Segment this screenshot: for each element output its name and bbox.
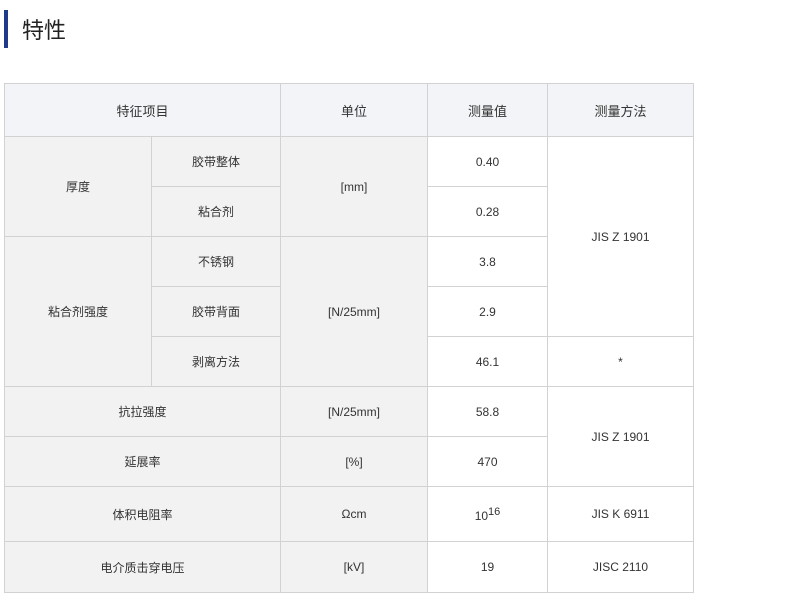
tensile-label: 抗拉强度 — [4, 386, 281, 437]
method-cell: JISC 2110 — [547, 541, 694, 593]
adhesion-sub-label: 剥离方法 — [151, 336, 281, 387]
method-cell: JIS Z 1901 — [547, 136, 694, 337]
breakdown-label: 电介质击穿电压 — [4, 541, 281, 593]
section-title: 特性 — [4, 10, 66, 48]
header-property: 特征项目 — [4, 83, 281, 137]
thickness-sub-label: 胶带整体 — [151, 136, 281, 187]
title-accent-bar — [4, 10, 8, 48]
table-row: 厚度 胶带整体 [mm] 0.40 JIS Z 1901 — [4, 136, 694, 337]
resistivity-unit: Ωcm — [280, 486, 428, 542]
breakdown-unit: [kV] — [280, 541, 428, 593]
table-row: 电介质击穿电压 [kV] 19 JISC 2110 — [4, 541, 694, 593]
header-unit: 单位 — [280, 83, 428, 137]
adhesion-value: 2.9 — [427, 286, 548, 337]
page-title: 特性 — [22, 18, 67, 43]
tensile-unit: [N/25mm] — [280, 386, 428, 437]
breakdown-value: 19 — [427, 541, 548, 593]
tensile-value: 58.8 — [427, 386, 548, 437]
elongation-label: 延展率 — [4, 436, 281, 487]
thickness-sub-label: 粘合剂 — [151, 186, 281, 237]
thickness-unit: [mm] — [280, 136, 428, 237]
resistivity-label: 体积电阻率 — [4, 486, 281, 542]
table-row: 抗拉强度 [N/25mm] 58.8 JIS Z 1901 — [4, 386, 694, 487]
thickness-value: 0.28 — [427, 186, 548, 237]
table-row: 体积电阻率 Ωcm 1016 JIS K 6911 — [4, 486, 694, 542]
properties-table: 特征项目 单位 测量值 测量方法 厚度 胶带整体 [mm] 0.40 JIS Z… — [4, 83, 694, 593]
adhesion-sub-label: 不锈钢 — [151, 236, 281, 287]
method-cell: JIS K 6911 — [547, 486, 694, 542]
header-value: 测量值 — [427, 83, 548, 137]
thickness-label: 厚度 — [4, 136, 152, 237]
header-method: 测量方法 — [547, 83, 694, 137]
resistivity-value: 1016 — [427, 486, 548, 542]
method-cell: JIS Z 1901 — [547, 386, 694, 487]
thickness-value: 0.40 — [427, 136, 548, 187]
elongation-unit: [%] — [280, 436, 428, 487]
elongation-value: 470 — [427, 436, 548, 487]
resistivity-value-exponent: 16 — [488, 505, 501, 518]
adhesion-unit: [N/25mm] — [280, 236, 428, 387]
adhesion-label: 粘合剂强度 — [4, 236, 152, 387]
method-cell: * — [547, 336, 694, 387]
table-header-row: 特征项目 单位 测量值 测量方法 — [4, 83, 694, 137]
adhesion-value: 46.1 — [427, 336, 548, 387]
adhesion-value: 3.8 — [427, 236, 548, 287]
adhesion-sub-label: 胶带背面 — [151, 286, 281, 337]
resistivity-value-base: 10 — [474, 508, 489, 523]
